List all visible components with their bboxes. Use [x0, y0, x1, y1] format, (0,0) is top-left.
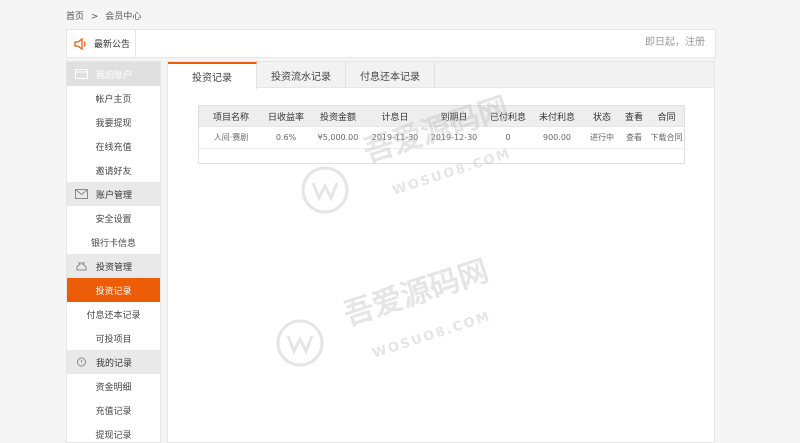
col-start-date: 计息日 — [381, 112, 409, 123]
main-content: 投资记录 投资流水记录 付息还本记录 项目名称 日收益率 投资金额 计息日 到期… — [167, 61, 715, 443]
sidebar-item-bank-card[interactable]: 银行卡信息 — [67, 230, 160, 254]
sidebar-item-available-projects[interactable]: 可投项目 — [67, 326, 160, 350]
sidebar-group-label: 账户管理 — [96, 190, 133, 201]
invest-records-table: 项目名称 日收益率 投资金额 计息日 到期日 已付利息 未付利息 状态 查看 合… — [198, 105, 685, 164]
tab-invest-records[interactable]: 投资记录 — [168, 62, 257, 89]
tab-bar: 投资记录 投资流水记录 付息还本记录 — [168, 62, 714, 89]
table-footer — [199, 148, 684, 163]
sidebar-item-interest-records[interactable]: 付息还本记录 — [67, 302, 160, 326]
sidebar-group-label: 我的账户 — [96, 70, 133, 81]
col-daily-rate: 日收益率 — [267, 112, 304, 123]
tab-invest-flow[interactable]: 投资流水记录 — [257, 62, 346, 88]
notice-title: 最新公告 — [94, 40, 131, 50]
cell-unpaid-interest: 900.00 — [543, 133, 571, 142]
sidebar-group-label: 投资管理 — [96, 262, 133, 273]
notice-header: 最新公告 — [67, 30, 136, 57]
sidebar-item-security[interactable]: 安全设置 — [67, 206, 160, 230]
sidebar-item-recharge[interactable]: 在线充值 — [67, 134, 160, 158]
download-contract-link[interactable]: 下载合同 — [647, 127, 686, 148]
col-end-date: 到期日 — [440, 112, 468, 123]
sidebar-group-records: 我的记录 — [67, 350, 160, 374]
sidebar-item-withdraw[interactable]: 我要提现 — [67, 110, 160, 134]
sidebar-item-account-home[interactable]: 帐户主页 — [67, 86, 160, 110]
sidebar-group-manage: 账户管理 — [67, 182, 160, 206]
sidebar-group-label: 我的记录 — [96, 358, 133, 369]
sidebar-item-fund-details[interactable]: 资金明细 — [67, 374, 160, 398]
sidebar: 我的账户 帐户主页 我要提现 在线充值 邀请好友 账户管理 安全设置 银行卡信息… — [66, 61, 161, 443]
cell-amount: ¥5,000.00 — [317, 133, 359, 142]
breadcrumb-separator: > — [90, 12, 99, 22]
sidebar-item-invite[interactable]: 邀请好友 — [67, 158, 160, 182]
sidebar-item-invest-records[interactable]: 投资记录 — [67, 278, 160, 302]
cell-start-date: 2019-11-30 — [371, 133, 419, 142]
breadcrumb-home[interactable]: 首页 — [66, 12, 84, 22]
table-header: 项目名称 日收益率 投资金额 计息日 到期日 已付利息 未付利息 状态 查看 合… — [199, 106, 684, 126]
col-view: 查看 — [624, 112, 643, 123]
breadcrumb: 首页 > 会员中心 — [66, 9, 145, 22]
cell-status: 进行中 — [590, 133, 614, 142]
notice-scroll-text[interactable]: 即日起，注册 — [645, 33, 705, 48]
table-row: 人间·赛剧 0.6% ¥5,000.00 2019-11-30 2019-12-… — [199, 126, 684, 148]
speaker-icon — [74, 37, 86, 50]
sidebar-item-withdraw-records[interactable]: 提现记录 — [67, 422, 160, 442]
col-contract: 合同 — [657, 112, 676, 123]
moneybag-icon — [75, 261, 88, 271]
breadcrumb-current: 会员中心 — [105, 12, 142, 22]
envelope-icon — [75, 189, 88, 199]
cell-project-name: 人间·赛剧 — [213, 133, 249, 142]
sidebar-group-account: 我的账户 — [67, 62, 160, 86]
notice-bar: 最新公告 即日起，注册 — [66, 29, 716, 58]
col-status: 状态 — [592, 112, 611, 123]
tab-interest-records[interactable]: 付息还本记录 — [346, 62, 435, 88]
col-amount: 投资金额 — [319, 112, 356, 123]
sidebar-group-invest: 投资管理 — [67, 254, 160, 278]
view-link[interactable]: 查看 — [621, 127, 647, 148]
col-paid-interest: 已付利息 — [489, 112, 526, 123]
cell-paid-interest: 0 — [505, 133, 511, 142]
cell-end-date: 2019-12-30 — [430, 133, 478, 142]
col-project-name: 项目名称 — [212, 112, 249, 123]
cell-daily-rate: 0.6% — [275, 133, 297, 142]
record-icon — [75, 357, 88, 367]
account-icon — [75, 69, 88, 79]
col-unpaid-interest: 未付利息 — [538, 112, 575, 123]
sidebar-item-recharge-records[interactable]: 充值记录 — [67, 398, 160, 422]
